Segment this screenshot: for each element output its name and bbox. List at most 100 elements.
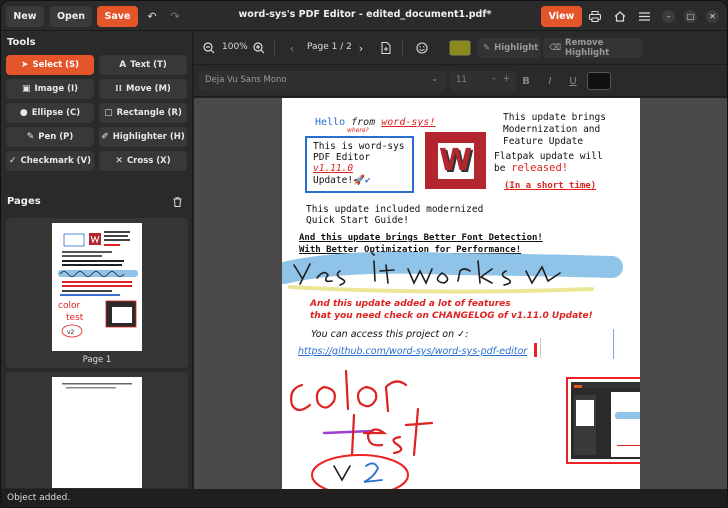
page-thumb-1[interactable]: color test v2 Page 1 xyxy=(6,218,188,368)
italic-icon[interactable]: I xyxy=(543,74,557,88)
undo-icon[interactable]: ↶ xyxy=(145,9,159,23)
update-brings-3[interactable]: Feature Update xyxy=(503,136,583,147)
print-icon[interactable] xyxy=(588,9,602,23)
update-brings-2[interactable]: Modernization and xyxy=(503,124,600,135)
emoji-icon[interactable] xyxy=(415,41,429,55)
font-bar: Deja Vu Sans Mono ⌄ 11 – + B I U xyxy=(194,65,727,97)
close-icon[interactable]: ✕ xyxy=(706,10,719,23)
flatpak-line-1[interactable]: Flatpak update will xyxy=(494,151,603,162)
yes-it-works-drawing[interactable] xyxy=(282,251,640,296)
check-icon: ✔ xyxy=(364,175,371,186)
remove-highlight-button[interactable]: ⌫ Remove Highlight xyxy=(543,38,642,58)
features-line-2[interactable]: that you need check on CHANGELOG of v1.1… xyxy=(310,311,593,321)
tool-cross[interactable]: ✕ Cross (X) xyxy=(99,151,187,171)
tool-highlighter[interactable]: ✐ Highlighter (H) xyxy=(99,127,187,147)
access-text[interactable]: You can access this project on ✓: xyxy=(311,329,468,340)
header-bar: New Open Save ↶ ↷ word-sys's PDF Editor … xyxy=(1,1,727,31)
github-link[interactable]: https://github.com/word-sys/word-sys-pdf… xyxy=(298,346,527,357)
guide-line-2[interactable]: Quick Start Guide! xyxy=(306,215,409,226)
info-box[interactable]: This is word-sys PDF Editor v1.11.0 Upda… xyxy=(305,136,414,193)
pdf-page[interactable]: Hello from word-sys! where? This is word… xyxy=(282,98,640,489)
home-icon[interactable] xyxy=(613,9,627,23)
plus-icon[interactable]: + xyxy=(503,74,510,84)
sidebar: Tools ➤ Select (S) Α Text (T) ▣ Image (I) ⁞… xyxy=(1,31,193,489)
app-logo[interactable]: W xyxy=(425,132,486,189)
remove-highlight-label: Remove Highlight xyxy=(565,38,610,58)
svg-text:test: test xyxy=(66,313,84,323)
tool-label: Select (S) xyxy=(32,60,80,70)
tool-text[interactable]: Α Text (T) xyxy=(99,55,187,75)
screenshot-drawing xyxy=(617,424,640,446)
text-color-swatch[interactable] xyxy=(587,72,611,90)
tool-label: Image (I) xyxy=(34,84,79,94)
box-line-4: Update!🚀✔ xyxy=(313,175,371,186)
document-canvas[interactable]: Hello from word-sys! where? This is word… xyxy=(194,98,727,489)
where-text[interactable]: where? xyxy=(347,127,369,134)
hello-text[interactable]: Hello from word-sys! xyxy=(315,117,435,128)
flatpak-be: be xyxy=(494,163,506,174)
box-line-1: This is word-sys xyxy=(313,141,405,152)
tool-image[interactable]: ▣ Image (I) xyxy=(6,79,94,99)
zoom-out-icon[interactable] xyxy=(202,41,216,55)
toolbar-divider xyxy=(402,39,403,57)
text-cursor xyxy=(534,343,537,357)
svg-text:v2: v2 xyxy=(67,329,75,336)
new-button[interactable]: New xyxy=(6,6,44,27)
page-thumb-2[interactable] xyxy=(6,372,188,488)
highlight-button[interactable]: ✎ Highlight xyxy=(477,38,541,58)
update-brings-1[interactable]: This update brings xyxy=(503,112,606,123)
tool-label: Checkmark (V) xyxy=(20,156,92,166)
selection-line xyxy=(613,329,614,359)
maximize-icon[interactable]: □ xyxy=(684,10,697,23)
cross-icon: ✕ xyxy=(115,156,123,166)
screenshot-thumb xyxy=(576,400,594,426)
box-update-word: Update! xyxy=(313,175,354,186)
tool-move[interactable]: ⁞⁞ Move (M) xyxy=(99,79,187,99)
font-detection-line-1[interactable]: And this update brings Better Font Detec… xyxy=(299,233,543,243)
prev-page-icon[interactable]: ‹ xyxy=(287,41,297,55)
save-button[interactable]: Save xyxy=(97,6,138,27)
view-button[interactable]: View xyxy=(541,6,582,27)
checkmark-icon: ✓ xyxy=(8,156,17,166)
highlight-color-swatch[interactable] xyxy=(449,40,471,56)
delete-page-icon[interactable] xyxy=(171,196,183,208)
tool-pen[interactable]: ✎ Pen (P) xyxy=(6,127,94,147)
toolbar: 100% ‹ Page 1 / 2 › ✎ Highlight ⌫ Remove H… xyxy=(194,31,727,65)
embedded-screenshot[interactable] xyxy=(566,377,640,464)
bold-icon[interactable]: B xyxy=(519,74,533,88)
selection-line xyxy=(540,338,541,358)
features-line-1[interactable]: And this update added a lot of features xyxy=(310,299,511,309)
tool-rectangle[interactable]: ▢ Rectangle (R) xyxy=(99,103,187,123)
logo-letter: W xyxy=(437,142,474,179)
minimize-icon[interactable]: – xyxy=(662,10,675,23)
tool-ellipse[interactable]: ● Ellipse (C) xyxy=(6,103,94,123)
tool-checkmark[interactable]: ✓ Checkmark (V) xyxy=(6,151,94,171)
flatpak-line-2[interactable]: be released! xyxy=(494,162,568,174)
highlight-label: Highlight xyxy=(494,43,539,53)
cursor-icon: ➤ xyxy=(20,60,29,70)
move-icon: ⁞⁞ xyxy=(115,84,123,94)
box-line-2: PDF Editor xyxy=(313,152,371,163)
minus-icon[interactable]: – xyxy=(492,74,496,84)
redo-icon[interactable]: ↷ xyxy=(168,9,182,23)
rectangle-icon: ▢ xyxy=(104,108,113,118)
zoom-in-icon[interactable] xyxy=(252,41,266,55)
menu-icon[interactable] xyxy=(637,9,651,23)
image-icon: ▣ xyxy=(21,84,31,94)
next-page-icon[interactable]: › xyxy=(356,41,366,55)
add-page-icon[interactable] xyxy=(380,41,392,55)
tool-select[interactable]: ➤ Select (S) xyxy=(6,55,94,75)
font-size-stepper[interactable]: 11 – + xyxy=(450,71,516,91)
open-button[interactable]: Open xyxy=(50,6,92,27)
word-sys-word: word-sys! xyxy=(381,117,436,128)
page-indicator: Page 1 / 2 xyxy=(307,42,352,52)
font-family-select[interactable]: Deja Vu Sans Mono ⌄ xyxy=(199,71,446,91)
short-time-text[interactable]: (In a short time) xyxy=(504,181,596,191)
tool-label: Move (M) xyxy=(126,84,171,94)
app-window: New Open Save ↶ ↷ word-sys's PDF Editor … xyxy=(0,0,728,508)
eraser-icon: ⌫ xyxy=(549,43,562,53)
underline-icon[interactable]: U xyxy=(566,74,580,88)
guide-line-1[interactable]: This update included modernized xyxy=(306,204,483,215)
pages-heading: Pages xyxy=(7,196,41,207)
page-list: color test v2 Page 1 xyxy=(6,218,188,488)
